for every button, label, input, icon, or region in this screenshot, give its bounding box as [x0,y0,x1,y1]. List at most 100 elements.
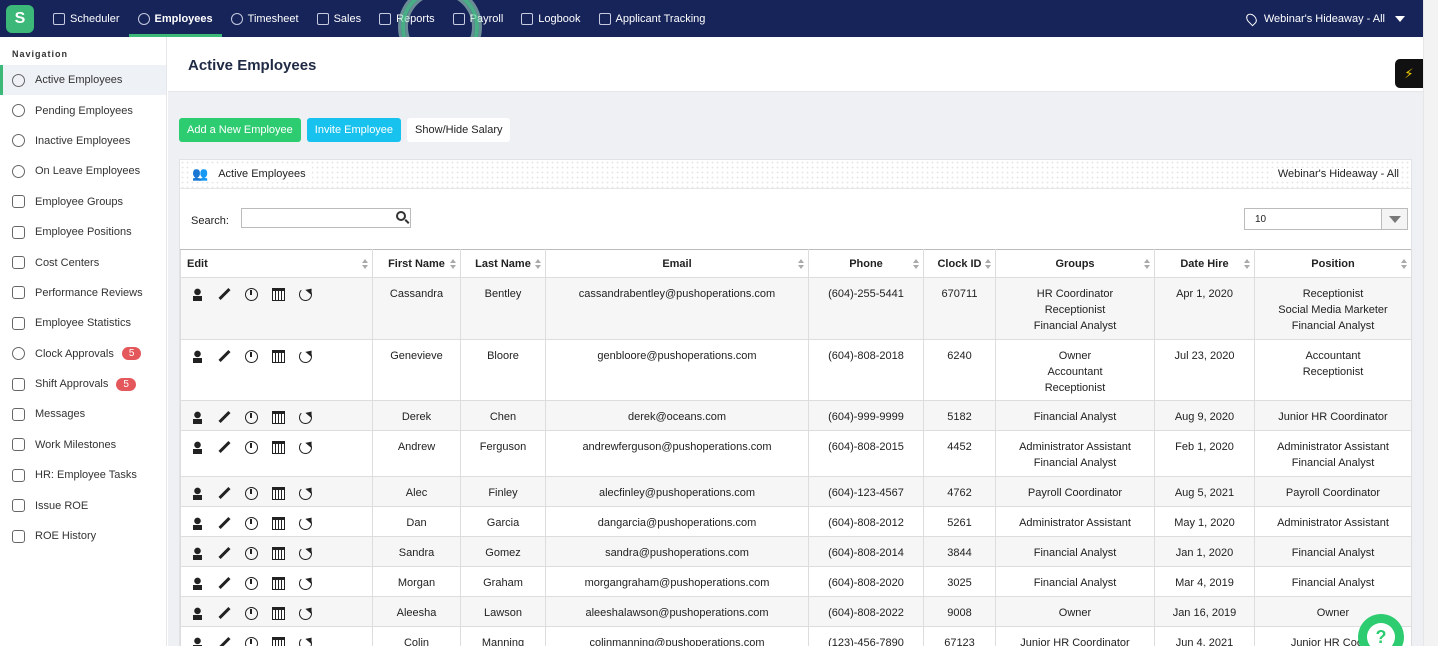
calendar-icon[interactable] [272,349,285,363]
chart-icon [379,12,392,25]
show-hide-salary-button[interactable]: Show/Hide Salary [407,118,511,142]
sidebar-item-shift-approvals[interactable]: Shift Approvals 5 [0,369,166,399]
calendar-icon[interactable] [272,576,285,590]
column-header-last-name[interactable]: Last Name [460,249,546,278]
alarm-clock-icon[interactable] [245,440,258,454]
sidebar-item-employee-positions[interactable]: Employee Positions [0,217,166,247]
redo-icon[interactable] [299,440,312,454]
last-name-cell: Lawson [460,596,546,627]
sidebar-item-hr-employee-tasks[interactable]: HR: Employee Tasks [0,460,166,490]
sidebar-item-icon [12,438,25,452]
lightning-icon[interactable]: ⚡ [1395,59,1423,88]
sidebar-item-clock-approvals[interactable]: Clock Approvals 5 [0,339,166,369]
user-icon[interactable] [191,606,204,620]
alarm-clock-icon[interactable] [245,410,258,424]
sidebar-item-roe-history[interactable]: ROE History [0,521,166,551]
redo-icon[interactable] [299,576,312,590]
pencil-icon[interactable] [218,577,231,590]
nav-item-reports[interactable]: Reports [370,0,444,37]
nav-item-employees[interactable]: Employees [128,0,222,37]
alarm-clock-icon[interactable] [245,516,258,530]
sidebar-item-pending-employees[interactable]: Pending Employees [0,95,166,125]
column-header-email[interactable]: Email [545,249,809,278]
user-icon[interactable] [191,440,204,454]
redo-icon[interactable] [299,410,312,424]
column-header-phone[interactable]: Phone [808,249,924,278]
nav-item-logbook[interactable]: Logbook [512,0,589,37]
alarm-clock-icon[interactable] [245,287,258,301]
clock-id-cell: 3025 [923,566,996,597]
calendar-icon[interactable] [272,636,285,646]
pencil-icon[interactable] [218,487,231,500]
calendar-icon[interactable] [272,440,285,454]
location-selector[interactable]: Webinar's Hideaway - All [1243,0,1405,37]
nav-item-payroll[interactable]: Payroll [444,0,513,37]
sidebar-item-messages[interactable]: Messages [0,399,166,429]
sidebar-item-performance-reviews[interactable]: Performance Reviews [0,278,166,308]
redo-icon[interactable] [299,516,312,530]
user-icon[interactable] [191,410,204,424]
clock-id-cell: 4452 [923,430,996,477]
table-row: Colin Manning colinmanning@pushoperations.… [180,626,1412,646]
user-icon[interactable] [191,287,204,301]
invite-employee-button[interactable]: Invite Employee [306,118,402,142]
redo-icon[interactable] [299,606,312,620]
page-size-select[interactable]: 10 [1244,208,1408,230]
sidebar-item-active-employees[interactable]: Active Employees [0,65,166,96]
user-icon[interactable] [191,516,204,530]
user-icon[interactable] [191,576,204,590]
pencil-icon[interactable] [218,350,231,363]
page-scrollbar[interactable] [1423,0,1438,646]
alarm-clock-icon[interactable] [245,486,258,500]
alarm-clock-icon[interactable] [245,606,258,620]
pencil-icon[interactable] [218,637,231,646]
redo-icon[interactable] [299,636,312,646]
app-logo[interactable]: S [6,4,34,33]
sidebar-item-on-leave-employees[interactable]: On Leave Employees [0,156,166,186]
redo-icon[interactable] [299,349,312,363]
sidebar-item-issue-roe[interactable]: Issue ROE [0,490,166,520]
alarm-clock-icon[interactable] [245,546,258,560]
sidebar-item-inactive-employees[interactable]: Inactive Employees [0,126,166,156]
clock-id-cell: 5182 [923,400,996,431]
redo-icon[interactable] [299,546,312,560]
search-input[interactable] [241,208,411,228]
user-icon[interactable] [191,349,204,363]
sidebar-item-employee-statistics[interactable]: Employee Statistics [0,308,166,338]
column-header-clock-id[interactable]: Clock ID [923,249,996,278]
nav-item-timesheet[interactable]: Timesheet [222,0,308,37]
redo-icon[interactable] [299,287,312,301]
user-icon[interactable] [191,546,204,560]
pencil-icon[interactable] [218,441,231,454]
last-name-cell: Manning [460,626,546,646]
calendar-icon[interactable] [272,486,285,500]
pencil-icon[interactable] [218,288,231,301]
alarm-clock-icon[interactable] [245,576,258,590]
calendar-icon[interactable] [272,546,285,560]
calendar-icon[interactable] [272,606,285,620]
calendar-icon[interactable] [272,516,285,530]
pencil-icon[interactable] [218,517,231,530]
calendar-icon[interactable] [272,287,285,301]
pencil-icon[interactable] [218,411,231,424]
column-header-date-hire[interactable]: Date Hire [1154,249,1255,278]
column-header-edit[interactable]: Edit [180,249,373,278]
user-icon[interactable] [191,636,204,646]
sidebar-item-cost-centers[interactable]: Cost Centers [0,247,166,277]
nav-item-sales[interactable]: Sales [308,0,371,37]
alarm-clock-icon[interactable] [245,349,258,363]
sidebar-item-employee-groups[interactable]: Employee Groups [0,187,166,217]
column-header-position[interactable]: Position [1254,249,1412,278]
pencil-icon[interactable] [218,607,231,620]
nav-item-applicant-tracking[interactable]: Applicant Tracking [590,0,715,37]
alarm-clock-icon[interactable] [245,636,258,646]
add-employee-button[interactable]: Add a New Employee [179,118,301,142]
calendar-icon[interactable] [272,410,285,424]
column-header-groups[interactable]: Groups [995,249,1155,278]
pencil-icon[interactable] [218,547,231,560]
redo-icon[interactable] [299,486,312,500]
user-icon[interactable] [191,486,204,500]
column-header-first-name[interactable]: First Name [372,249,461,278]
nav-item-scheduler[interactable]: Scheduler [44,0,129,37]
sidebar-item-work-milestones[interactable]: Work Milestones [0,430,166,460]
